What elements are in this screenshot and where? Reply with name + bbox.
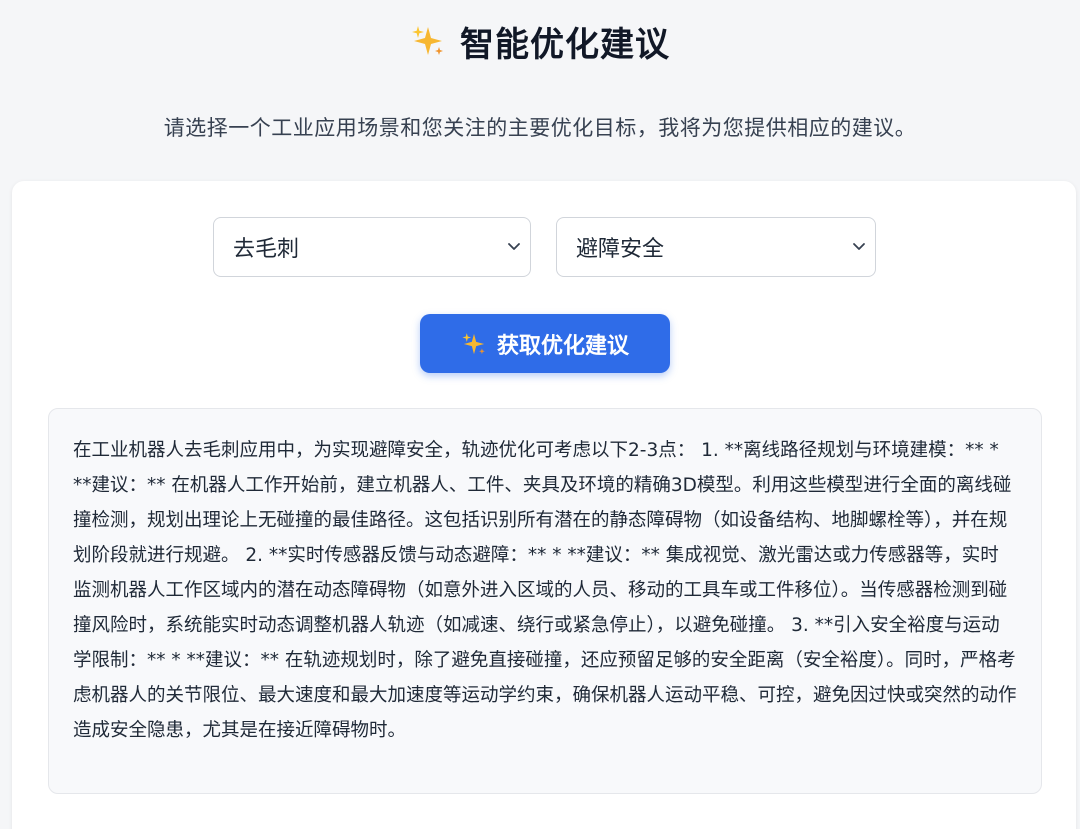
page-subtitle: 请选择一个工业应用场景和您关注的主要优化目标，我将为您提供相应的建议。 (163, 116, 917, 140)
suggestion-result-text: 在工业机器人去毛刺应用中，为实现避障安全，轨迹优化可考虑以下2-3点： 1. *… (73, 440, 1017, 741)
goal-select-value: 避障安全 (576, 237, 665, 262)
main-card: 去毛刺 避障安全 获取优化建议 在工业机器人去毛刺应用中，为实现避障安全，轨迹优… (12, 181, 1076, 829)
page-title: 智能优化建议 (460, 24, 670, 65)
page: 智能优化建议 请选择一个工业应用场景和您关注的主要优化目标，我将为您提供相应的建… (0, 0, 1080, 829)
chevron-down-icon (506, 238, 522, 254)
chevron-down-icon (851, 238, 867, 254)
goal-select[interactable]: 避障安全 (556, 217, 876, 277)
suggestion-result: 在工业机器人去毛刺应用中，为实现避障安全，轨迹优化可考虑以下2-3点： 1. *… (48, 408, 1042, 794)
get-suggestion-button-label: 获取优化建议 (496, 333, 629, 359)
scenario-select[interactable]: 去毛刺 (213, 217, 531, 277)
header: 智能优化建议 (0, 16, 1080, 66)
sparkles-icon (461, 331, 487, 357)
sparkles-icon (410, 23, 446, 59)
scenario-select-value: 去毛刺 (233, 237, 300, 262)
get-suggestion-button[interactable]: 获取优化建议 (420, 314, 670, 373)
